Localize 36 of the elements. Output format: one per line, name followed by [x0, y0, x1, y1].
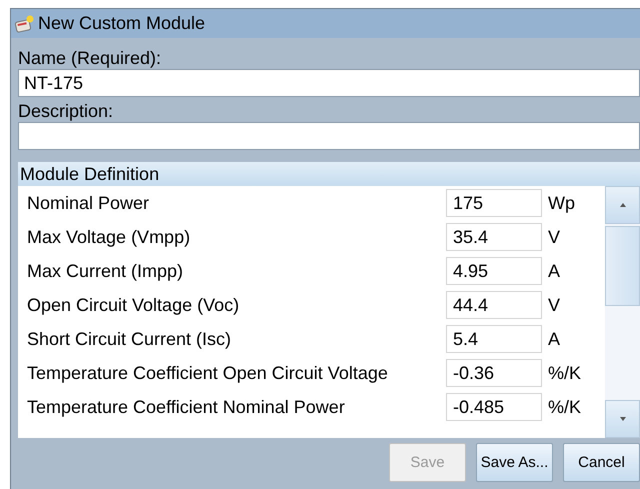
- module-icon: [15, 14, 35, 32]
- value-field[interactable]: 35.4: [446, 223, 542, 251]
- parameter-label: Nominal Power: [27, 192, 150, 214]
- parameter-label: Max Current (Impp): [27, 260, 184, 282]
- up-arrow-icon: [620, 203, 626, 207]
- unit-label: V: [548, 226, 560, 248]
- scrollbar[interactable]: [605, 186, 640, 438]
- description-field[interactable]: [18, 122, 640, 150]
- unit-label: %/K: [548, 396, 582, 418]
- description-label: Description:: [18, 101, 114, 122]
- name-label: Name (Required):: [18, 48, 162, 69]
- value-field[interactable]: 175: [446, 189, 542, 217]
- parameter-label: Temperature Coefficient Open Circuit Voltage: [27, 362, 389, 384]
- window-title: New Custom Module: [38, 13, 206, 34]
- value-field[interactable]: 5.4: [446, 325, 542, 353]
- unit-label: A: [548, 328, 560, 350]
- scroll-up-button[interactable]: [605, 186, 640, 224]
- scroll-thumb[interactable]: [605, 226, 640, 306]
- down-arrow-icon: [620, 417, 626, 421]
- value-field[interactable]: -0.485: [446, 393, 542, 421]
- parameter-label: Max Voltage (Vmpp): [27, 226, 192, 248]
- unit-label: A: [548, 260, 560, 282]
- scroll-down-button[interactable]: [605, 400, 640, 438]
- name-field[interactable]: NT-175: [18, 69, 640, 97]
- value-field[interactable]: 4.95: [446, 257, 542, 285]
- dialog-button[interactable]: Save As...: [476, 443, 553, 482]
- value-field[interactable]: 44.4: [446, 291, 542, 319]
- unit-label: Wp: [548, 192, 575, 214]
- parameter-label: Open Circuit Voltage (Voc): [27, 294, 240, 316]
- section-title: Module Definition: [20, 164, 160, 184]
- unit-label: V: [548, 294, 560, 316]
- value-field[interactable]: -0.36: [446, 359, 542, 387]
- dialog-button[interactable]: Cancel: [563, 443, 640, 482]
- parameter-label: Temperature Coefficient Nominal Power: [27, 396, 346, 418]
- parameter-label: Short Circuit Current (Isc): [27, 328, 232, 350]
- unit-label: %/K: [548, 362, 582, 384]
